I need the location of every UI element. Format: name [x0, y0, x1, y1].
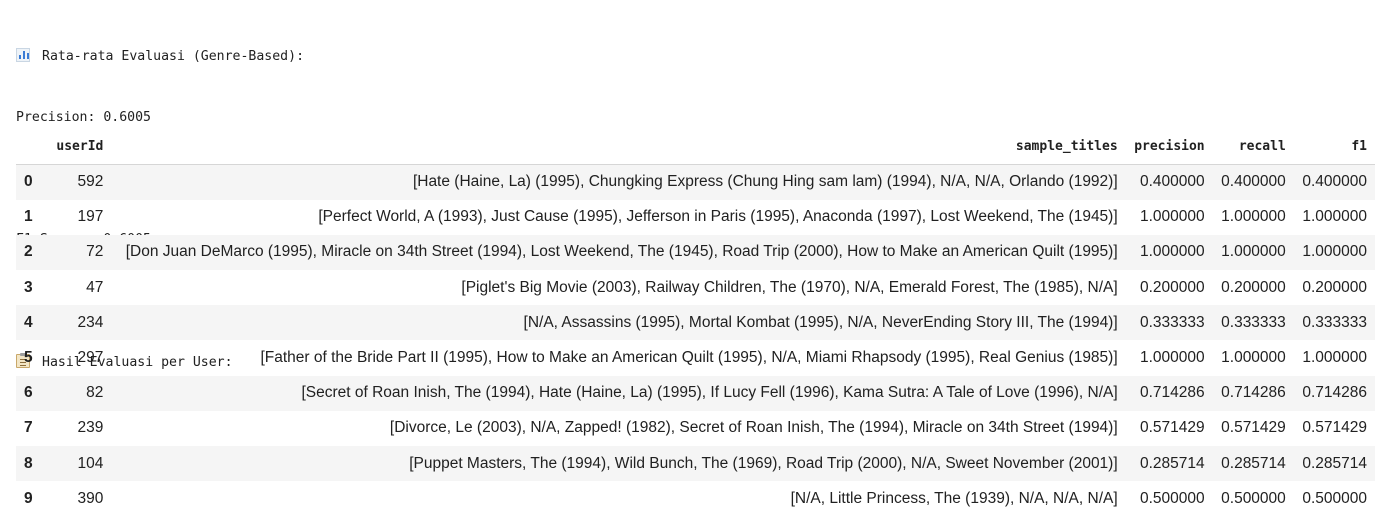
userid-cell: 104	[77, 454, 104, 472]
sample-titles-cell: [Perfect World, A (1993), Just Cause (19…	[318, 208, 1118, 226]
table-row: 3 47 [Piglet's Big Movie (2003), Railway…	[16, 270, 1375, 305]
summary-header-line: Rata-rata Evaluasi (Genre-Based):	[16, 47, 304, 67]
f1-cell: 0.285714	[1302, 454, 1367, 472]
row-index: 2	[24, 243, 33, 261]
userid-cell: 72	[86, 243, 104, 261]
precision-cell: 0.333333	[1139, 313, 1205, 331]
table-row: 4 234 [N/A, Assassins (1995), Mortal Kom…	[16, 305, 1375, 341]
row-index: 8	[24, 454, 33, 472]
sample-titles-cell: [Father of the Bride Part II (1995), How…	[260, 349, 1118, 367]
row-index: 3	[24, 278, 33, 296]
recall-cell: 0.571429	[1221, 419, 1286, 437]
sample-titles-cell: [Secret of Roan Inish, The (1994), Hate …	[301, 384, 1118, 402]
f1-cell: 0.500000	[1302, 489, 1367, 507]
f1-cell: 1.000000	[1302, 243, 1367, 261]
f1-cell: 0.333333	[1302, 313, 1367, 331]
userid-cell: 390	[77, 489, 104, 507]
sample-titles-cell: [N/A, Little Princess, The (1939), N/A, …	[790, 489, 1118, 507]
table-row: 1 197 [Perfect World, A (1993), Just Cau…	[16, 200, 1375, 235]
table-row: 8 104 [Puppet Masters, The (1994), Wild …	[16, 446, 1375, 482]
recall-cell: 1.000000	[1221, 243, 1286, 261]
precision-header: precision	[1125, 128, 1213, 165]
recall-cell: 1.000000	[1221, 349, 1286, 367]
table-row: 0 592 [Hate (Haine, La) (1995), Chungkin…	[16, 164, 1375, 200]
row-index: 4	[24, 313, 33, 331]
row-index: 1	[24, 208, 33, 226]
precision-cell: 1.000000	[1139, 243, 1205, 261]
table-row: 7 239 [Divorce, Le (2003), N/A, Zapped! …	[16, 411, 1375, 446]
precision-line: Precision: 0.6005	[16, 110, 151, 126]
f1-cell: 0.714286	[1302, 384, 1367, 402]
precision-cell: 0.200000	[1139, 278, 1205, 296]
f1-header: f1	[1293, 128, 1375, 165]
f1-cell: 0.200000	[1302, 278, 1367, 296]
results-dataframe: userId sample_titles precision recall f1…	[16, 128, 1375, 516]
userid-cell: 197	[77, 208, 104, 226]
userid-header: userId	[48, 128, 112, 165]
index-header	[16, 128, 48, 165]
precision-cell: 0.285714	[1139, 454, 1205, 472]
row-index: 7	[24, 419, 33, 437]
precision-cell: 1.000000	[1139, 208, 1205, 226]
userid-cell: 239	[77, 419, 104, 437]
f1-cell: 1.000000	[1302, 349, 1367, 367]
recall-cell: 1.000000	[1221, 208, 1286, 226]
recall-cell: 0.285714	[1221, 454, 1286, 472]
recall-cell: 0.400000	[1221, 173, 1286, 191]
recall-cell: 0.200000	[1221, 278, 1286, 296]
row-index: 9	[24, 489, 33, 507]
precision-cell: 0.571429	[1139, 419, 1205, 437]
sample-titles-cell: [Divorce, Le (2003), N/A, Zapped! (1982)…	[389, 419, 1118, 437]
sample-titles-header: sample_titles	[111, 128, 1126, 165]
header-row: userId sample_titles precision recall f1	[16, 128, 1375, 165]
recall-cell: 0.714286	[1221, 384, 1286, 402]
recall-header: recall	[1212, 128, 1294, 165]
userid-cell: 234	[77, 313, 104, 331]
precision-cell: 0.500000	[1139, 489, 1205, 507]
row-index: 6	[24, 384, 33, 402]
row-index: 0	[24, 173, 33, 191]
bar-chart-icon	[16, 47, 30, 62]
f1-cell: 0.571429	[1302, 419, 1367, 437]
sample-titles-cell: [Puppet Masters, The (1994), Wild Bunch,…	[409, 454, 1118, 472]
table-row: 2 72 [Don Juan DeMarco (1995), Miracle o…	[16, 234, 1375, 271]
f1-cell: 0.400000	[1302, 173, 1367, 191]
row-index: 5	[24, 349, 33, 367]
sample-titles-cell: [Hate (Haine, La) (1995), Chungking Expr…	[412, 173, 1118, 191]
sample-titles-cell: [N/A, Assassins (1995), Mortal Kombat (1…	[523, 313, 1118, 331]
f1-cell: 1.000000	[1302, 208, 1367, 226]
table-row: 5 297 [Father of the Bride Part II (1995…	[16, 340, 1375, 375]
summary-header: Rata-rata Evaluasi (Genre-Based):	[42, 48, 305, 64]
table-row: 6 82 [Secret of Roan Inish, The (1994), …	[16, 375, 1375, 411]
userid-cell: 592	[77, 173, 104, 191]
precision-cell: 1.000000	[1139, 349, 1205, 367]
userid-cell: 297	[77, 349, 104, 367]
sample-titles-cell: [Don Juan DeMarco (1995), Miracle on 34t…	[125, 243, 1118, 261]
precision-cell: 0.714286	[1139, 384, 1205, 402]
precision-cell: 0.400000	[1139, 173, 1205, 191]
userid-cell: 47	[86, 278, 104, 296]
sample-titles-cell: [Piglet's Big Movie (2003), Railway Chil…	[461, 278, 1118, 296]
recall-cell: 0.333333	[1221, 313, 1286, 331]
userid-cell: 82	[86, 384, 104, 402]
recall-cell: 0.500000	[1221, 489, 1286, 507]
table-row: 9 390 [N/A, Little Princess, The (1939),…	[16, 481, 1375, 516]
